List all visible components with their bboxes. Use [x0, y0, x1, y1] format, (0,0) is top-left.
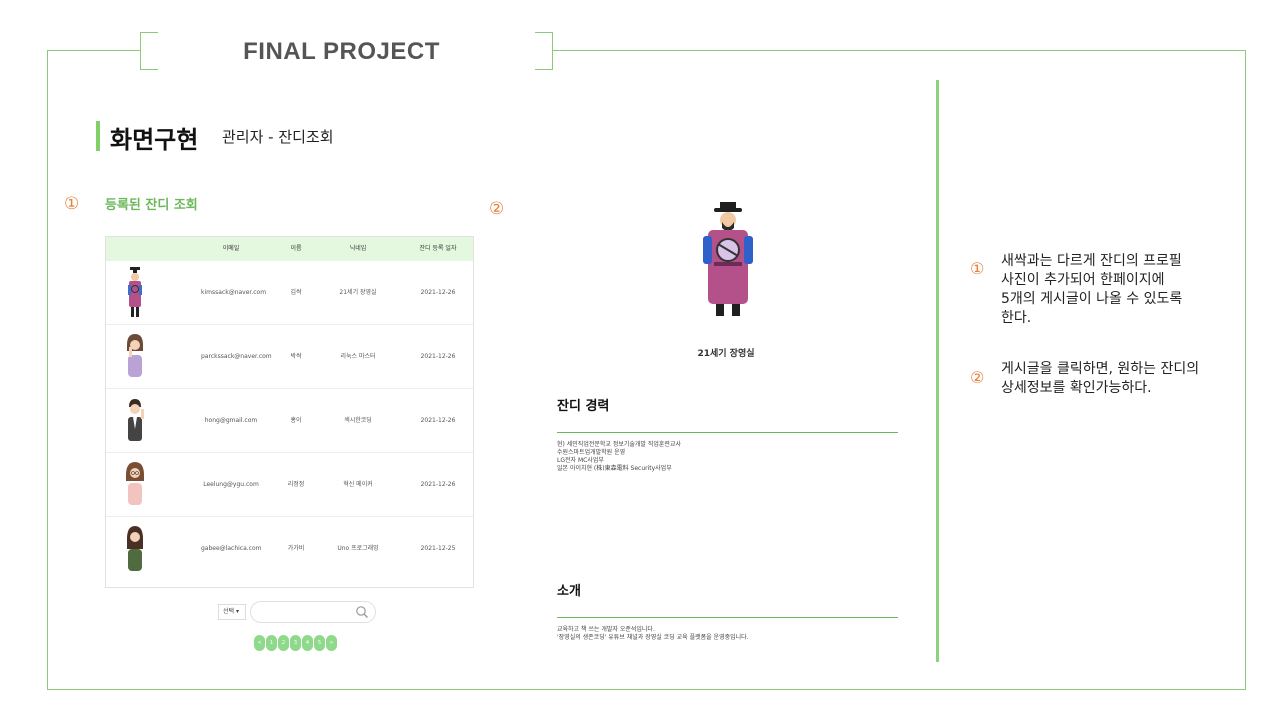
- intro-heading: 소개: [557, 584, 581, 599]
- joseon-man-avatar: [128, 267, 142, 317]
- search-input[interactable]: [250, 601, 376, 623]
- note-number-2: ②: [970, 368, 985, 387]
- row-email: Leelung@ygu.com: [203, 481, 259, 488]
- table-row[interactable]: Leelung@ygu.com 리정정 혁신 메이커 2021-12-26: [106, 453, 473, 517]
- header-date: 잔디 등록 일자: [419, 245, 457, 252]
- row-nickname: Uno 프로그래밍: [337, 545, 379, 552]
- title-bracket-left: [140, 32, 158, 70]
- woman-green-avatar: [127, 526, 143, 571]
- table-row[interactable]: gabee@lachica.com 가가비 Uno 프로그래밍 2021-12-…: [106, 517, 473, 581]
- title-bracket-right: [535, 32, 553, 70]
- row-name: 홍이: [290, 417, 302, 424]
- row-name: 리정정: [287, 481, 305, 488]
- intro-divider: [557, 617, 898, 618]
- page-button-5[interactable]: 5: [314, 635, 325, 651]
- section-subtitle: 관리자 - 잔디조회: [222, 128, 334, 146]
- page-button-1[interactable]: 1: [266, 635, 277, 651]
- header-nickname: 닉네임: [349, 245, 367, 252]
- step-number-1: ①: [64, 194, 80, 214]
- row-email: kimssack@naver.com: [201, 289, 267, 296]
- slide-title: FINAL PROJECT: [243, 38, 440, 65]
- page-button-2[interactable]: 2: [278, 635, 289, 651]
- step-number-2: ②: [489, 199, 505, 219]
- man-suit-avatar: [128, 399, 144, 441]
- row-date: 2021-12-26: [420, 417, 456, 424]
- grass-table: 이메일 이름 닉네임 잔디 등록 일자 kimssack@naver.com 김…: [105, 236, 474, 588]
- vertical-divider: [936, 80, 939, 662]
- table-header: 이메일 이름 닉네임 잔디 등록 일자: [106, 237, 473, 261]
- intro-text: 교육하고 책 쓰는 개발자 오준석입니다. '장영실의 생존코딩' 유튜브 채널…: [557, 626, 749, 641]
- search-filter-value: 선택: [223, 608, 235, 615]
- page-prev-button[interactable]: <: [254, 635, 265, 651]
- table-row[interactable]: hong@gmail.com 홍이 섹시한코딩 2021-12-26: [106, 389, 473, 453]
- section-title: 화면구현: [110, 126, 199, 154]
- row-name: 김싹: [290, 289, 302, 296]
- row-nickname: 혁신 메이커: [343, 481, 373, 488]
- search-filter-select[interactable]: 선택 ▾: [218, 604, 246, 620]
- row-nickname: 리눅스 마스터: [340, 353, 376, 360]
- row-nickname: 21세기 장영실: [339, 289, 377, 296]
- row-name: 가가비: [287, 545, 305, 552]
- chevron-down-icon: ▾: [235, 608, 239, 615]
- page-button-3[interactable]: 3: [290, 635, 301, 651]
- header-name: 이름: [290, 245, 302, 252]
- row-date: 2021-12-25: [420, 545, 456, 552]
- profile-nickname: 21세기 장영실: [697, 349, 755, 359]
- table-row[interactable]: kimssack@naver.com 김싹 21세기 장영실 2021-12-2…: [106, 261, 473, 325]
- career-text: 현) 세민직업전문학교 정보기술개발 직업훈련교사 수원스마트업개발학원 운영 …: [557, 441, 681, 472]
- row-date: 2021-12-26: [420, 481, 456, 488]
- page-button-4[interactable]: 4: [302, 635, 313, 651]
- header-email: 이메일: [222, 245, 240, 252]
- search-icon[interactable]: [355, 605, 369, 619]
- section-accent-bar: [96, 121, 100, 151]
- row-date: 2021-12-26: [420, 289, 456, 296]
- list-title: 등록된 잔디 조회: [105, 198, 198, 213]
- row-email: hong@gmail.com: [204, 417, 258, 424]
- joseon-man-profile-image: [703, 202, 753, 316]
- row-nickname: 섹시한코딩: [344, 417, 372, 424]
- career-divider: [557, 432, 898, 433]
- row-email: parckssack@naver.com: [201, 353, 272, 360]
- page-next-button[interactable]: >: [326, 635, 337, 651]
- note-number-1: ①: [970, 259, 985, 278]
- table-row[interactable]: parckssack@naver.com 박싹 리눅스 마스터 2021-12-…: [106, 325, 473, 389]
- career-heading: 잔디 경력: [557, 399, 610, 414]
- row-date: 2021-12-26: [420, 353, 456, 360]
- note-text-1: 새싹과는 다르게 잔디의 프로필 사진이 추가되어 한페이지에 5개의 게시글이…: [1001, 253, 1183, 326]
- pagination: < 1 2 3 4 5 >: [254, 635, 337, 651]
- woman-thinking-avatar: [127, 334, 143, 377]
- row-name: 박싹: [290, 353, 302, 360]
- row-email: gabee@lachica.com: [201, 545, 262, 552]
- note-text-2: 게시글을 클릭하면, 원하는 잔디의 상세정보를 확인가능하다.: [1001, 361, 1200, 396]
- woman-glasses-avatar: [126, 462, 144, 505]
